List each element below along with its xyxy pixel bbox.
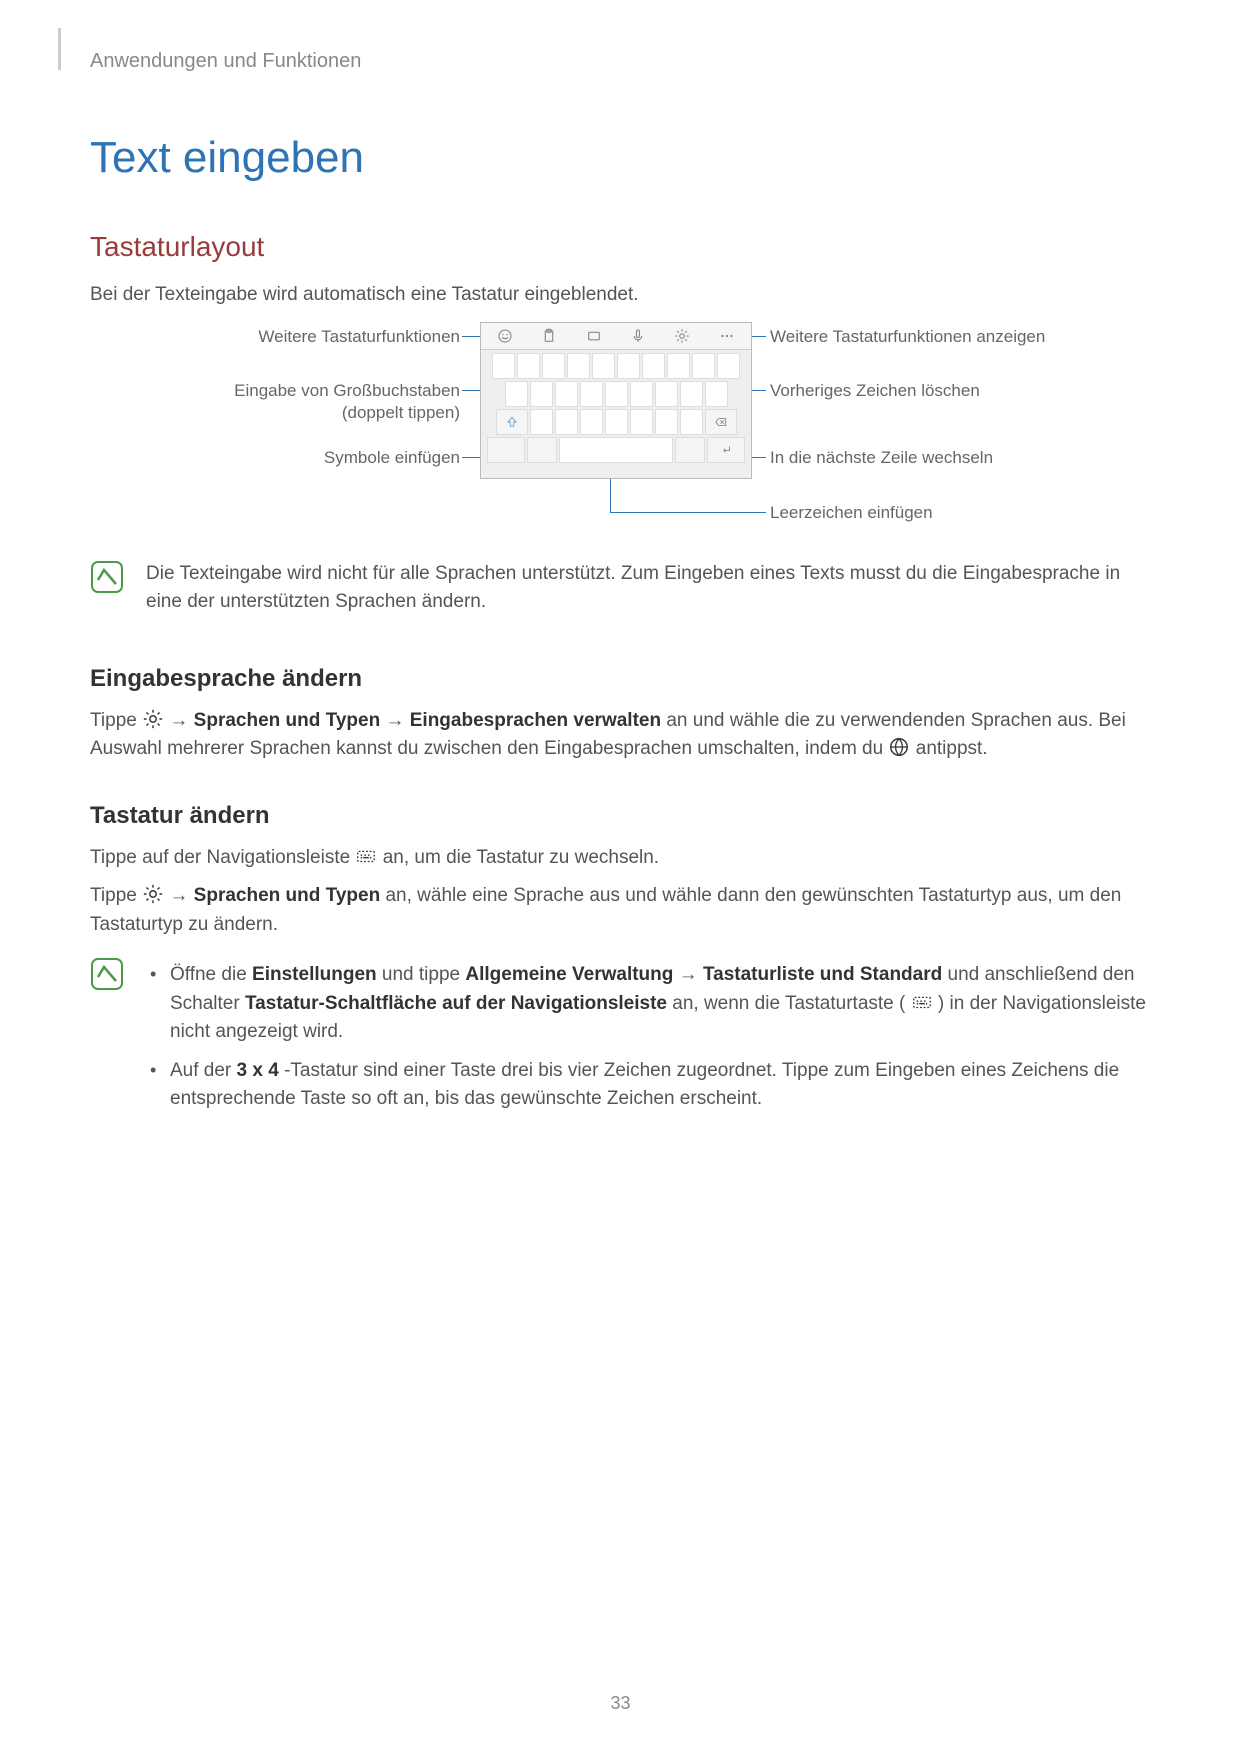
label-newline: In die nächste Zeile wechseln [770, 447, 993, 469]
label-symbols: Symbole einfügen [90, 447, 460, 469]
note-icon [90, 957, 124, 991]
header-marker [58, 28, 61, 70]
t: Sprachen und Typen [194, 710, 381, 731]
keyboard-icon [355, 845, 377, 867]
keyboard-diagram: Weitere Tastaturfunktionen Eingabe von G… [90, 322, 1151, 542]
settings-icon [142, 883, 164, 905]
space-key [559, 437, 673, 463]
page-title: Text eingeben [90, 133, 1151, 183]
section1-intro: Bei der Texteingabe wird automatisch ein… [90, 281, 1151, 310]
t: 3 x 4 [237, 1060, 279, 1081]
t: Allgemeine Verwaltung [465, 964, 673, 985]
t: Tippe [90, 710, 142, 731]
label-space: Leerzeichen einfügen [770, 502, 933, 524]
more-icon [718, 327, 736, 345]
keyboard-image [480, 322, 752, 479]
clipboard-icon [540, 327, 558, 345]
settings-icon [673, 327, 691, 345]
label-caps: Eingabe von Großbuchstaben (doppelt tipp… [90, 380, 460, 424]
shift-key [496, 409, 528, 435]
sub-eingabesprache: Eingabesprache ändern [90, 665, 1151, 693]
sub2-p2: Tippe → Sprachen und Typen an, wähle ein… [90, 882, 1151, 939]
arrow: → [169, 885, 193, 906]
t: -Tastatur sind einer Taste drei bis vier… [170, 1060, 1119, 1110]
header-text: Anwendungen und Funktionen [90, 50, 1151, 73]
symbols-key [487, 437, 525, 463]
sub-tastatur-aendern: Tastatur ändern [90, 802, 1151, 830]
lead [462, 336, 480, 337]
t: Tippe [90, 885, 142, 906]
t: Tippe auf der Navigationsleiste [90, 847, 355, 868]
arrow: → [679, 964, 703, 985]
emoji-icon [496, 327, 514, 345]
t: Eingabesprachen verwalten [410, 710, 661, 731]
t: an, wenn die Tastaturtaste ( [672, 993, 905, 1014]
keyboard-icon [911, 991, 933, 1013]
backspace-key [705, 409, 737, 435]
note-language-support: Die Texteingabe wird nicht für alle Spra… [90, 560, 1151, 627]
note1-text: Die Texteingabe wird nicht für alle Spra… [146, 560, 1151, 617]
t: Tastaturliste und Standard [703, 964, 942, 985]
note2-bullet2: Auf der 3 x 4 -Tastatur sind einer Taste… [166, 1057, 1151, 1114]
label-more-functions: Weitere Tastaturfunktionen [90, 326, 460, 348]
page-number: 33 [0, 1693, 1241, 1714]
note-icon [90, 560, 124, 594]
arrow: → [169, 710, 193, 731]
t: Einstellungen [252, 964, 377, 985]
globe-icon [888, 736, 910, 758]
t: Tastatur-Schaltfläche auf der Navigation… [245, 993, 667, 1014]
section-tastaturlayout: Tastaturlayout [90, 231, 1151, 263]
t: antippst. [916, 738, 988, 759]
t: Öffne die [170, 964, 252, 985]
sub2-p1: Tippe auf der Navigationsleiste an, um d… [90, 844, 1151, 873]
mode-icon [585, 327, 603, 345]
arrow: → [385, 710, 409, 731]
mic-icon [629, 327, 647, 345]
t: Auf der [170, 1060, 237, 1081]
note-keyboard-button: Öffne die Einstellungen und tippe Allgem… [90, 957, 1151, 1124]
settings-icon [142, 708, 164, 730]
sub1-paragraph: Tippe → Sprachen und Typen → Eingabespra… [90, 707, 1151, 764]
keyboard-toolbar [481, 323, 751, 350]
t: an, um die Tastatur zu wechseln. [383, 847, 659, 868]
t: und tippe [382, 964, 465, 985]
label-more-show: Weitere Tastaturfunktionen anzeigen [770, 326, 1045, 348]
note2-bullet1: Öffne die Einstellungen und tippe Allgem… [166, 961, 1151, 1047]
label-backspace: Vorheriges Zeichen löschen [770, 380, 980, 402]
t: Sprachen und Typen [194, 885, 381, 906]
lead [610, 512, 766, 513]
enter-key [707, 437, 745, 463]
